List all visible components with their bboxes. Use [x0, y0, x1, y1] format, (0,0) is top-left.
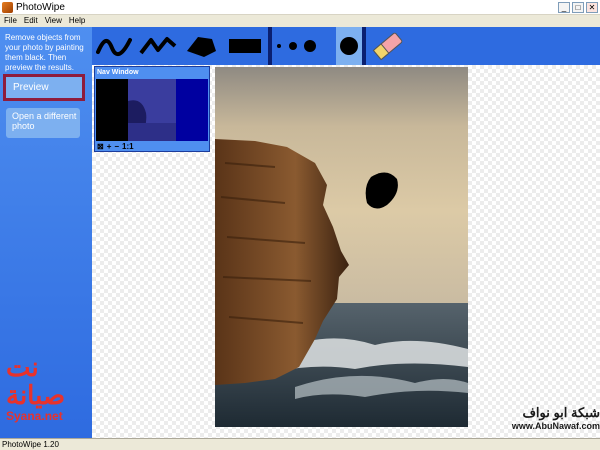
zoom-in-icon[interactable]: +: [107, 142, 112, 151]
instructions-text: Remove objects from your photo by painti…: [5, 33, 84, 72]
menu-file[interactable]: File: [4, 15, 17, 26]
small-dot-icon: [277, 44, 281, 48]
fit-icon[interactable]: ⊠: [97, 142, 104, 151]
preview-button[interactable]: Preview: [3, 74, 85, 101]
menu-bar: File Edit View Help: [0, 15, 600, 26]
photo-image[interactable]: [215, 67, 468, 427]
watermark-latin: Syana.net: [6, 409, 63, 423]
zigzag-brush-icon[interactable]: [136, 27, 180, 65]
watermark-logo: نت صيانة Syana.net: [6, 353, 90, 423]
freehand-brush-icon[interactable]: [92, 27, 136, 65]
menu-edit[interactable]: Edit: [24, 15, 38, 26]
app-window: PhotoWipe _ □ ✕ File Edit View Help Remo…: [0, 0, 600, 450]
watermark-arabic: نت صيانة: [6, 352, 66, 410]
menu-help[interactable]: Help: [69, 15, 85, 26]
menu-view[interactable]: View: [45, 15, 62, 26]
polygon-fill-icon[interactable]: [180, 27, 222, 65]
nav-window-title: Nav Window: [97, 69, 139, 76]
nav-window: Nav Window ⊠ + − 1:1: [94, 66, 210, 152]
zoom-actual-label[interactable]: 1:1: [122, 142, 134, 151]
title-bar: PhotoWipe _ □ ✕: [0, 0, 600, 15]
large-dot-icon: [304, 40, 316, 52]
nav-viewport[interactable]: [96, 79, 208, 141]
medium-dot-icon: [289, 42, 297, 50]
rectangle-fill-icon[interactable]: [222, 27, 268, 65]
nav-controls: ⊠ + − 1:1: [97, 142, 134, 151]
window-title: PhotoWipe: [16, 1, 65, 13]
zoom-out-icon[interactable]: −: [114, 142, 119, 151]
toolbar: [92, 27, 600, 65]
open-photo-button[interactable]: Open a different photo: [6, 108, 80, 138]
version-text: PhotoWipe 1.20: [2, 440, 59, 449]
close-button[interactable]: ✕: [586, 1, 598, 13]
app-icon: [2, 1, 13, 13]
watermark-footer-url: www.AbuNawaf.com: [511, 421, 600, 431]
watermark-footer-arabic: شبكة ابو نواف: [522, 405, 600, 420]
watermark-footer: شبكة ابو نواف www.AbuNawaf.com: [455, 405, 600, 432]
eraser-icon[interactable]: [366, 27, 410, 65]
status-bar: PhotoWipe 1.20: [0, 438, 600, 450]
minimize-button[interactable]: _: [558, 1, 570, 13]
brush-size-group: [272, 27, 336, 65]
maximize-button[interactable]: □: [572, 1, 584, 13]
sidebar: Remove objects from your photo by painti…: [0, 27, 92, 438]
xlarge-dot-icon[interactable]: [336, 27, 362, 65]
